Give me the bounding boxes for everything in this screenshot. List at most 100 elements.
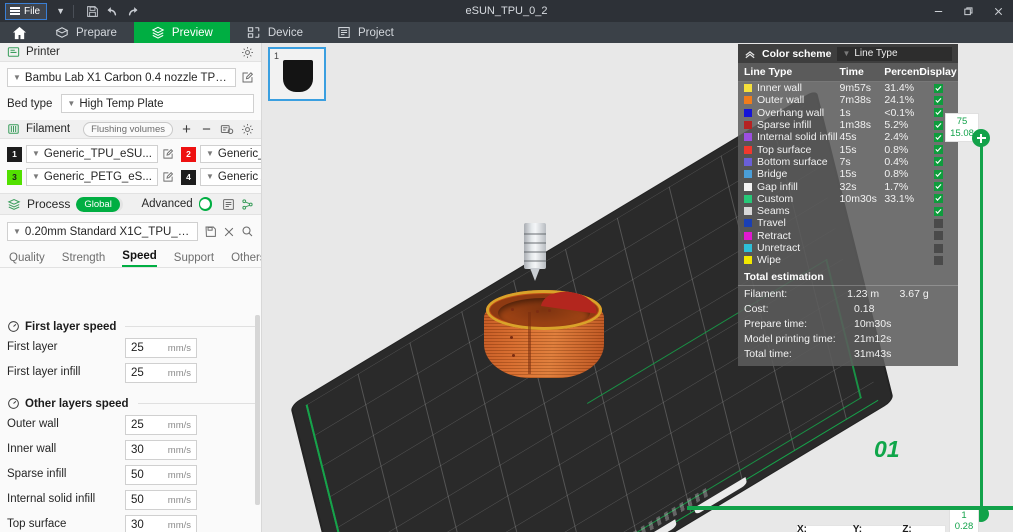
setting-unit: mm/s: [167, 494, 191, 506]
first-layer-infill-input[interactable]: 25 mm/s: [125, 363, 197, 383]
display-checkbox[interactable]: [933, 255, 943, 265]
line-type-row[interactable]: Unretract: [738, 242, 958, 254]
line-type-row[interactable]: Inner wall 9m57s 31.4%: [738, 82, 958, 94]
filament-item[interactable]: 3 ▼ Generic_PETG_eS...: [7, 168, 174, 186]
display-checkbox[interactable]: [933, 231, 943, 241]
printer-preset-select[interactable]: ▼ Bambu Lab X1 Carbon 0.4 nozzle TPU_PJC: [7, 68, 236, 87]
scope-objects-option[interactable]: Objects: [120, 197, 124, 212]
advanced-toggle[interactable]: [198, 197, 212, 211]
redo-arrow-icon[interactable]: [122, 2, 142, 20]
tab-device[interactable]: Device: [230, 22, 320, 43]
line-type-row[interactable]: Travel: [738, 217, 958, 229]
edit-icon[interactable]: [162, 148, 174, 160]
close-icon[interactable]: [223, 226, 235, 238]
filament-select[interactable]: ▼ Generic_PETG_eS...: [26, 168, 158, 186]
display-checkbox[interactable]: [933, 218, 943, 228]
filament-color-swatch[interactable]: 1: [7, 146, 22, 162]
sliced-model[interactable]: [484, 278, 604, 388]
display-checkbox[interactable]: [933, 157, 943, 167]
line-type-row[interactable]: Top surface 15s 0.8%: [738, 143, 958, 156]
first-layer-input[interactable]: 25 mm/s: [125, 338, 197, 358]
filament-item[interactable]: 2 ▼ Generic_PETG_eS...: [180, 145, 261, 163]
search-icon[interactable]: [241, 225, 254, 238]
display-checkbox[interactable]: [933, 182, 943, 192]
line-type-row[interactable]: Custom 10m30s 33.1%: [738, 193, 958, 205]
edit-icon[interactable]: [162, 171, 174, 183]
layer-slider[interactable]: 75 15.08 1 0.28: [945, 103, 1001, 532]
settings-scrollbar[interactable]: [255, 315, 260, 505]
display-checkbox[interactable]: [933, 243, 943, 253]
line-type-row[interactable]: Outer wall 7m38s 24.1%: [738, 94, 958, 106]
filament-color-swatch[interactable]: 3: [7, 169, 22, 185]
line-type-row[interactable]: Bottom surface 7s 0.4%: [738, 156, 958, 168]
subtab-strength[interactable]: Strength: [62, 252, 105, 267]
line-type-row[interactable]: Seams: [738, 205, 958, 217]
edit-icon[interactable]: [241, 71, 254, 84]
save-preset-icon[interactable]: [204, 225, 217, 238]
display-checkbox[interactable]: [933, 108, 943, 118]
compare-presets-icon[interactable]: [241, 198, 254, 211]
display-checkbox[interactable]: [933, 120, 943, 130]
flushing-volumes-button[interactable]: Flushing volumes: [83, 121, 173, 137]
chevron-up-icon[interactable]: [744, 49, 756, 59]
add-filament-button[interactable]: +: [180, 122, 193, 137]
color-scheme-mode-select[interactable]: ▼ Line Type: [837, 46, 952, 61]
gear-icon[interactable]: [241, 123, 254, 136]
filament-select[interactable]: ▼ Generic_PETG_eS...: [199, 145, 261, 163]
line-type-row[interactable]: Overhang wall 1s <0.1%: [738, 107, 958, 119]
display-checkbox[interactable]: [933, 83, 943, 93]
line-type-row[interactable]: Bridge 15s 0.8%: [738, 168, 958, 180]
moves-slider-track[interactable]: [687, 506, 1013, 510]
line-type-row[interactable]: Retract: [738, 230, 958, 242]
filament-color-swatch[interactable]: 2: [180, 146, 196, 162]
chevron-down-icon[interactable]: ▼: [56, 6, 65, 16]
display-checkbox[interactable]: [933, 206, 943, 216]
filament-item[interactable]: 4 ▼ Generic ABS: [180, 168, 261, 186]
line-type-row[interactable]: Wipe: [738, 254, 958, 266]
remove-filament-button[interactable]: −: [200, 122, 213, 137]
outer-wall-input[interactable]: 25 mm/s: [125, 415, 197, 435]
minimize-button[interactable]: [923, 0, 953, 22]
filament-select[interactable]: ▼ Generic ABS: [199, 168, 261, 186]
process-preset-select[interactable]: ▼ 0.20mm Standard X1C_TPU_PJC: [7, 222, 198, 241]
scope-global-option[interactable]: Global: [76, 196, 120, 212]
display-checkbox[interactable]: [933, 95, 943, 105]
display-checkbox[interactable]: [933, 145, 943, 155]
filament-color-swatch[interactable]: 4: [180, 169, 196, 185]
filament-item[interactable]: 1 ▼ Generic_TPU_eSU...: [7, 145, 174, 163]
tab-project[interactable]: Project: [320, 22, 411, 43]
display-checkbox[interactable]: [933, 194, 943, 204]
subtab-others[interactable]: Others: [231, 252, 261, 267]
subtab-speed[interactable]: Speed: [122, 250, 157, 267]
setting-label: Inner wall: [7, 443, 57, 456]
subtab-support[interactable]: Support: [174, 252, 214, 267]
filament-sync-icon[interactable]: [220, 123, 234, 136]
gear-icon[interactable]: [241, 46, 254, 59]
inner-wall-input[interactable]: 30 mm/s: [125, 440, 197, 460]
sparse-infill-input[interactable]: 50 mm/s: [125, 465, 197, 485]
close-button[interactable]: [983, 0, 1013, 22]
save-icon[interactable]: [82, 2, 102, 20]
line-type-row[interactable]: Gap infill 32s 1.7%: [738, 180, 958, 193]
filament-select[interactable]: ▼ Generic_TPU_eSU...: [26, 145, 158, 163]
line-type-row[interactable]: Sparse infill 1m38s 5.2%: [738, 119, 958, 131]
subtab-quality[interactable]: Quality: [9, 252, 45, 267]
tab-preview[interactable]: Preview: [133, 22, 230, 43]
plate-thumbnail[interactable]: 1: [268, 47, 326, 101]
display-checkbox[interactable]: [933, 132, 943, 142]
bed-type-select[interactable]: ▼ High Temp Plate: [61, 94, 254, 113]
file-menu-button[interactable]: File: [5, 2, 48, 20]
line-type-row[interactable]: Internal solid infill 45s 2.4%: [738, 131, 958, 143]
process-scope-toggle[interactable]: Global Objects: [76, 196, 124, 212]
list-view-icon[interactable]: [222, 198, 235, 211]
tab-prepare[interactable]: Prepare: [38, 22, 134, 43]
layer-slider-upper-handle[interactable]: [972, 129, 990, 147]
moves-slider[interactable]: 291: [687, 501, 1013, 515]
3d-viewport[interactable]: 01 1 Color scheme ▼ Line Type Line Type …: [262, 43, 1013, 532]
home-button[interactable]: [0, 22, 38, 43]
top-surface-input[interactable]: 30 mm/s: [125, 515, 197, 532]
display-checkbox[interactable]: [933, 169, 943, 179]
internal-solid-infill-input[interactable]: 50 mm/s: [125, 490, 197, 510]
undo-arrow-icon[interactable]: [102, 2, 122, 20]
restore-button[interactable]: [953, 0, 983, 22]
